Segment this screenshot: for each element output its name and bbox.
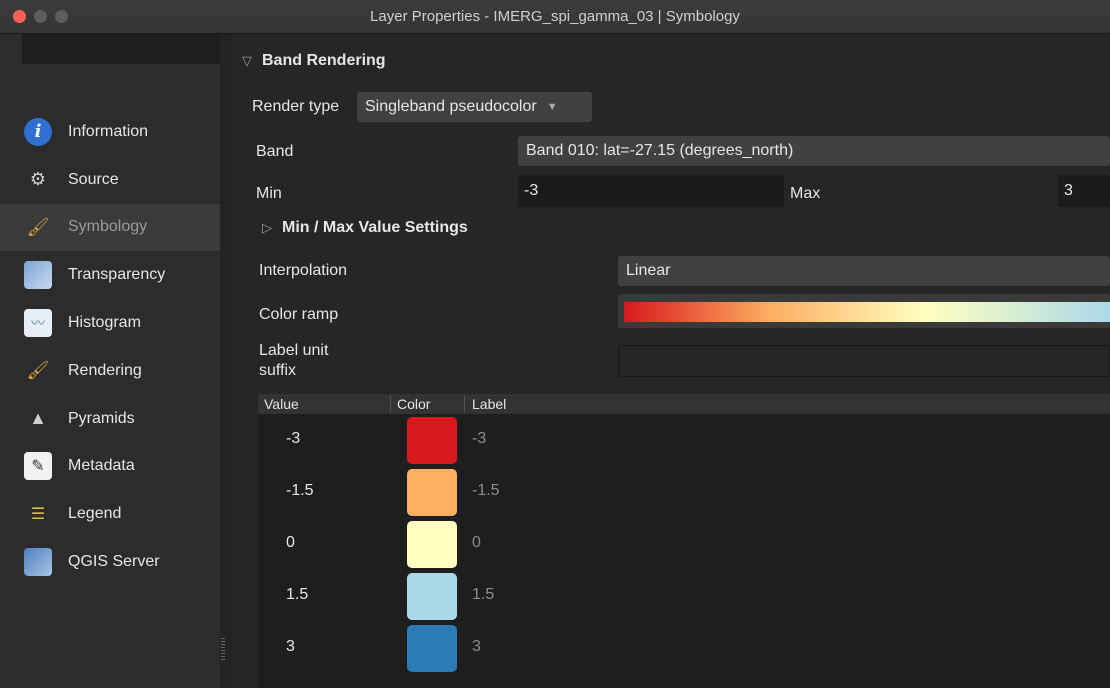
sidebar-item-label: Source [68,170,119,188]
label-unit-suffix-label-line1: Label unit [259,342,329,359]
column-header-value[interactable]: Value [264,396,299,412]
sidebar-item-pyramids[interactable]: ▲ Pyramids [0,395,220,443]
transparency-icon [24,261,52,290]
sidebar-item-label: Transparency [68,266,166,284]
table-row[interactable]: -3 -3 [258,414,1110,464]
min-value: -3 [524,182,539,199]
sidebar-item-label: Symbology [68,218,148,236]
sidebar-item-rendering[interactable]: 🖌 Rendering [0,347,220,395]
interpolation-label: Interpolation [259,262,348,279]
histogram-icon: 〰 [24,309,52,338]
label-unit-suffix-label-line2: suffix [259,362,297,379]
row-label[interactable]: 3 [472,638,481,656]
color-swatch[interactable] [407,469,457,516]
legend-icon: ☰ [30,506,46,524]
sidebar-nav: i Information ⚙ Source 🖌 Symbology Trans… [0,108,220,586]
color-ramp-label: Color ramp [259,306,339,323]
info-icon: i [24,117,52,146]
sidebar-item-label: Information [68,122,149,140]
chevron-down-icon: ▼ [546,101,558,113]
sidebar-item-qgis-server[interactable]: QGIS Server [0,538,220,586]
row-value[interactable]: -3 [286,430,300,448]
sidebar-item-legend[interactable]: ☰ Legend [0,490,220,538]
row-label[interactable]: -1.5 [472,482,500,500]
color-swatch[interactable] [407,625,457,672]
sidebar-item-source[interactable]: ⚙ Source [0,156,220,204]
color-ramp-gradient [624,302,1110,322]
render-type-combo[interactable]: Singleband pseudocolor ▼ [357,92,592,122]
symbology-brush-icon: 🖌 [26,216,50,237]
row-label[interactable]: 1.5 [472,586,494,604]
label-unit-suffix-input[interactable] [618,345,1110,377]
max-value: 3 [1064,182,1073,199]
sidebar-item-symbology[interactable]: 🖌 Symbology [0,203,220,252]
splitter-handle[interactable] [221,638,225,662]
row-value[interactable]: 0 [286,534,295,552]
qgis-server-icon [24,548,52,577]
metadata-icon: ✎ [24,452,52,481]
render-type-label: Render type [252,98,340,115]
minmax-settings-toggle[interactable]: ▷ Min / Max Value Settings [262,219,468,237]
rendering-brush-icon: 🖌 [26,360,50,381]
main-panel: ▽ Band Rendering Render type Singleband p… [232,34,1110,688]
min-input[interactable]: -3 [518,175,784,207]
sidebar-item-label: Histogram [68,314,141,332]
row-label[interactable]: 0 [472,534,481,552]
color-swatch[interactable] [407,573,457,620]
color-swatch[interactable] [407,417,457,464]
sidebar-item-histogram[interactable]: 〰 Histogram [0,299,220,347]
band-value: Band 010: lat=-27.15 (degrees_north) [526,142,794,159]
column-divider [464,396,465,412]
table-row[interactable]: 1.5 1.5 [258,570,1110,620]
color-swatch[interactable] [407,521,457,568]
max-label: Max [790,185,821,202]
table-row[interactable]: 0 0 [258,518,1110,568]
band-rendering-title: Band Rendering [262,52,386,69]
sidebar-item-metadata[interactable]: ✎ Metadata [0,443,220,491]
sidebar-item-label: Pyramids [68,409,135,427]
column-divider [390,396,391,412]
row-value[interactable]: -1.5 [286,482,314,500]
window-title: Layer Properties - IMERG_spi_gamma_03 | … [370,8,740,25]
table-header: Value Color Label [258,394,1110,414]
row-value[interactable]: 1.5 [286,586,308,604]
sidebar-item-information[interactable]: i Information [0,108,220,156]
sidebar-item-label: Rendering [68,361,142,379]
max-input[interactable]: 3 [1058,175,1110,207]
interpolation-combo[interactable]: Linear [618,256,1110,286]
table-row[interactable]: 3 3 [258,622,1110,672]
render-type-value: Singleband pseudocolor [365,98,537,115]
search-input[interactable] [22,34,220,64]
sidebar: i Information ⚙ Source 🖌 Symbology Trans… [0,34,220,688]
band-label: Band [256,143,294,160]
expand-triangle-icon: ▷ [262,220,272,235]
row-value[interactable]: 3 [286,638,295,656]
collapse-triangle-icon: ▽ [242,53,252,68]
interpolation-value: Linear [626,262,671,279]
table-row[interactable]: -1.5 -1.5 [258,466,1110,516]
column-header-color[interactable]: Color [397,396,430,412]
sidebar-item-label: Metadata [68,457,135,475]
min-label: Min [256,185,282,202]
row-label[interactable]: -3 [472,430,486,448]
minmax-settings-label: Min / Max Value Settings [282,219,468,236]
band-combo[interactable]: Band 010: lat=-27.15 (degrees_north) [518,136,1110,166]
sidebar-item-label: QGIS Server [68,553,160,571]
color-ramp-button[interactable] [618,294,1110,328]
column-header-label[interactable]: Label [472,396,506,412]
band-rendering-header[interactable]: ▽ Band Rendering [242,52,386,70]
pyramids-icon: ▲ [29,408,47,429]
color-map-table: Value Color Label -3 -3 -1.5 -1.5 0 0 1.… [258,394,1110,688]
title-bar: Layer Properties - IMERG_spi_gamma_03 | … [0,0,1110,34]
source-icon: ⚙ [29,169,47,190]
sidebar-item-transparency[interactable]: Transparency [0,251,220,299]
sidebar-item-label: Legend [68,505,122,523]
